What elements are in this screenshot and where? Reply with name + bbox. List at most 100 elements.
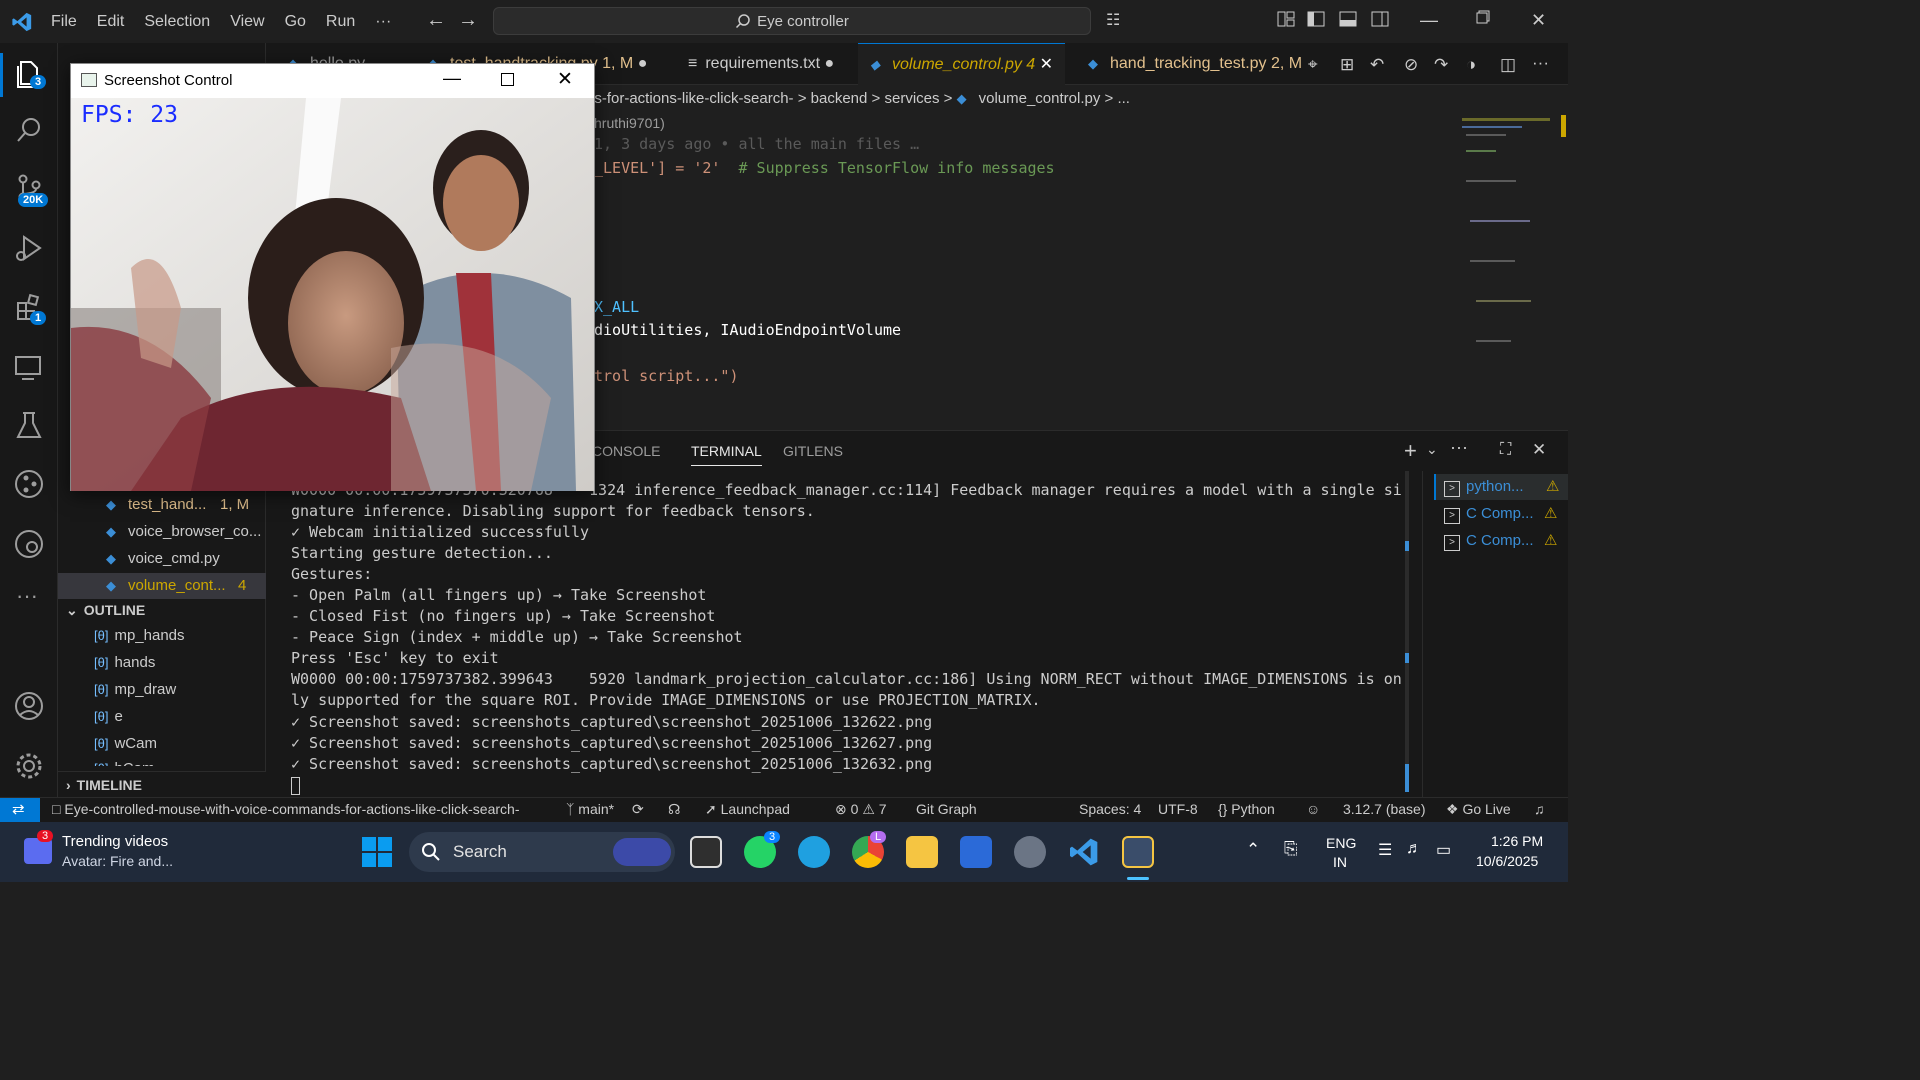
open-preview-icon[interactable]: ⊞ — [1340, 55, 1354, 75]
breadcrumb-services[interactable]: services — [884, 90, 939, 107]
show-hidden-icons-chevron-icon[interactable]: ⌃ — [1246, 840, 1260, 860]
copilot-icon[interactable]: ☷ — [1106, 10, 1126, 30]
terminal-list-item[interactable]: > C Comp... ⚠ — [1434, 528, 1568, 554]
outline-section-header[interactable]: ⌄ OUTLINE — [58, 597, 266, 623]
taskbar-search-box[interactable]: Search — [409, 832, 675, 872]
sync-icon[interactable]: ⟳ — [632, 801, 644, 818]
close-tab-icon[interactable]: ✕ — [1040, 56, 1053, 73]
menu-selection[interactable]: Selection — [144, 13, 210, 31]
file-item-selected[interactable]: ◆ volume_cont... 4 — [58, 573, 266, 599]
menu-more[interactable]: ··· — [375, 13, 391, 31]
python-interpreter[interactable]: 3.12.7 (base) — [1343, 801, 1426, 817]
menu-edit[interactable]: Edit — [97, 13, 125, 31]
git-commit-next-icon[interactable]: ↷ — [1434, 55, 1448, 75]
testing-icon[interactable] — [12, 409, 46, 443]
minimize-window-icon[interactable]: — — [443, 68, 461, 89]
outline-item[interactable]: [θ] wCam — [58, 731, 266, 757]
repo-name[interactable]: □ Eye-controlled-mouse-with-voice-comman… — [52, 801, 519, 817]
chevron-down-icon[interactable]: ⌄ — [1426, 441, 1438, 458]
tab-hand-tracking-test[interactable]: ◆ hand_tracking_test.py 2, M — [1076, 43, 1314, 85]
menu-view[interactable]: View — [230, 13, 264, 31]
git-history-back-icon[interactable]: ↶ — [1370, 55, 1384, 75]
git-graph-button[interactable]: Git Graph — [916, 801, 977, 817]
start-windows-icon[interactable] — [362, 837, 392, 867]
task-view-icon[interactable] — [690, 836, 722, 868]
edge-icon[interactable] — [798, 836, 830, 868]
battery-icon[interactable]: ▭ — [1436, 840, 1451, 860]
run-debug-icon[interactable] — [12, 231, 46, 265]
bell-icon[interactable]: ♫ — [1534, 801, 1545, 817]
restore-window-icon[interactable] — [1476, 10, 1496, 30]
terminal-scrollbar[interactable] — [1405, 471, 1409, 792]
python-app-icon[interactable] — [1122, 836, 1154, 868]
input-language[interactable]: ENG — [1326, 835, 1356, 851]
remote-explorer-icon[interactable] — [12, 351, 46, 385]
close-window-icon[interactable]: ✕ — [1531, 10, 1551, 30]
widgets-subtitle[interactable]: Avatar: Fire and... — [62, 853, 173, 869]
accounts-icon[interactable] — [12, 689, 46, 723]
breadcrumb-file[interactable]: volume_control.py — [979, 90, 1101, 107]
go-live[interactable]: ❖ Go Live — [1446, 801, 1511, 818]
split-editor-icon[interactable]: ◫ — [1500, 55, 1516, 75]
minimize-window-icon[interactable]: — — [1420, 10, 1440, 30]
remote-indicator[interactable]: ⇄ — [0, 798, 40, 823]
minimap[interactable] — [1456, 110, 1551, 375]
tab-volume-control-active[interactable]: ◆ volume_control.py 4 ✕ — [858, 43, 1066, 85]
outline-item[interactable]: [θ] e — [58, 704, 266, 730]
breadcrumb-backend[interactable]: backend — [811, 90, 868, 107]
tab-debug-console[interactable]: CONSOLE — [592, 443, 660, 459]
vscode-icon[interactable] — [1068, 836, 1100, 868]
clock-time[interactable]: 1:26 PM — [1491, 833, 1543, 849]
breadcrumb-more[interactable]: ... — [1117, 90, 1130, 107]
command-center-search[interactable]: Eye controller — [493, 7, 1091, 35]
problems-indicator[interactable]: ⊗ 0 ⚠ 7 — [835, 801, 887, 818]
toggle-primary-sidebar-icon[interactable] — [1307, 10, 1327, 30]
git-graph-icon[interactable]: ☊ — [668, 801, 680, 818]
copilot-status-icon[interactable]: ☺ — [1306, 801, 1320, 817]
menu-go[interactable]: Go — [285, 13, 306, 31]
close-window-icon[interactable]: ✕ — [557, 68, 573, 91]
terminal-list-item[interactable]: > python... ⚠ — [1434, 474, 1568, 500]
outline-item[interactable]: [θ] mp_draw — [58, 677, 266, 703]
file-item[interactable]: ◆ test_hand... 1, M — [58, 492, 266, 518]
more-actions-icon[interactable]: ··· — [1532, 53, 1549, 73]
terminal-list-item[interactable]: > C Comp... ⚠ — [1434, 501, 1568, 527]
breadcrumb-folder[interactable]: ds-for-actions-like-click-search- — [586, 90, 794, 107]
search-icon[interactable] — [12, 113, 46, 147]
outline-item[interactable]: [θ]hCam — [58, 756, 266, 766]
maximize-window-icon[interactable] — [501, 73, 514, 86]
gitlens-actions-icon[interactable]: ◑ — [1466, 55, 1476, 75]
new-terminal-icon[interactable]: + — [1404, 438, 1417, 464]
modified-dot-icon[interactable]: ● — [825, 55, 835, 72]
widgets-title[interactable]: Trending videos — [62, 833, 168, 850]
file-item[interactable]: ◆ voice_cmd.py — [58, 546, 266, 572]
language-mode[interactable]: {} Python — [1218, 801, 1275, 817]
codelens-author[interactable]: hruthi9701) — [594, 115, 665, 131]
file-item[interactable]: ◆ voice_browser_co... — [58, 519, 266, 545]
open-changes-icon[interactable]: ⌖ — [1308, 55, 1318, 75]
clock-date[interactable]: 10/6/2025 — [1476, 853, 1538, 869]
git-commit-prev-icon[interactable]: ⊘ — [1404, 55, 1418, 75]
gitlens-inspect-icon[interactable] — [12, 527, 46, 561]
maximize-panel-icon[interactable]: ⛶ — [1500, 441, 1511, 459]
touch-keyboard-icon[interactable]: ⎘ — [1284, 839, 1298, 859]
input-region[interactable]: IN — [1333, 854, 1347, 870]
timeline-section-header[interactable]: › TIMELINE — [58, 771, 266, 797]
volume-icon[interactable]: ♬ — [1406, 840, 1422, 858]
tab-terminal[interactable]: TERMINAL — [691, 443, 762, 466]
toggle-secondary-sidebar-icon[interactable] — [1371, 10, 1391, 30]
file-explorer-icon[interactable] — [906, 836, 938, 868]
close-panel-icon[interactable]: ✕ — [1532, 440, 1546, 460]
back-arrow-icon[interactable]: ← — [426, 9, 446, 31]
settings-gear-icon[interactable] — [1014, 836, 1046, 868]
encoding[interactable]: UTF-8 — [1158, 801, 1198, 817]
outline-item[interactable]: [θ] mp_hands — [58, 623, 266, 649]
tab-requirements[interactable]: ≡ requirements.txt ● — [676, 43, 846, 85]
menu-run[interactable]: Run — [326, 13, 355, 31]
indentation[interactable]: Spaces: 4 — [1079, 801, 1141, 817]
outline-item[interactable]: [θ] hands — [58, 650, 266, 676]
launchpad[interactable]: ➚ Launchpad — [705, 801, 790, 818]
forward-arrow-icon[interactable]: → — [458, 9, 478, 31]
wifi-icon[interactable]: ☰ — [1378, 840, 1392, 860]
microsoft-store-icon[interactable] — [960, 836, 992, 868]
